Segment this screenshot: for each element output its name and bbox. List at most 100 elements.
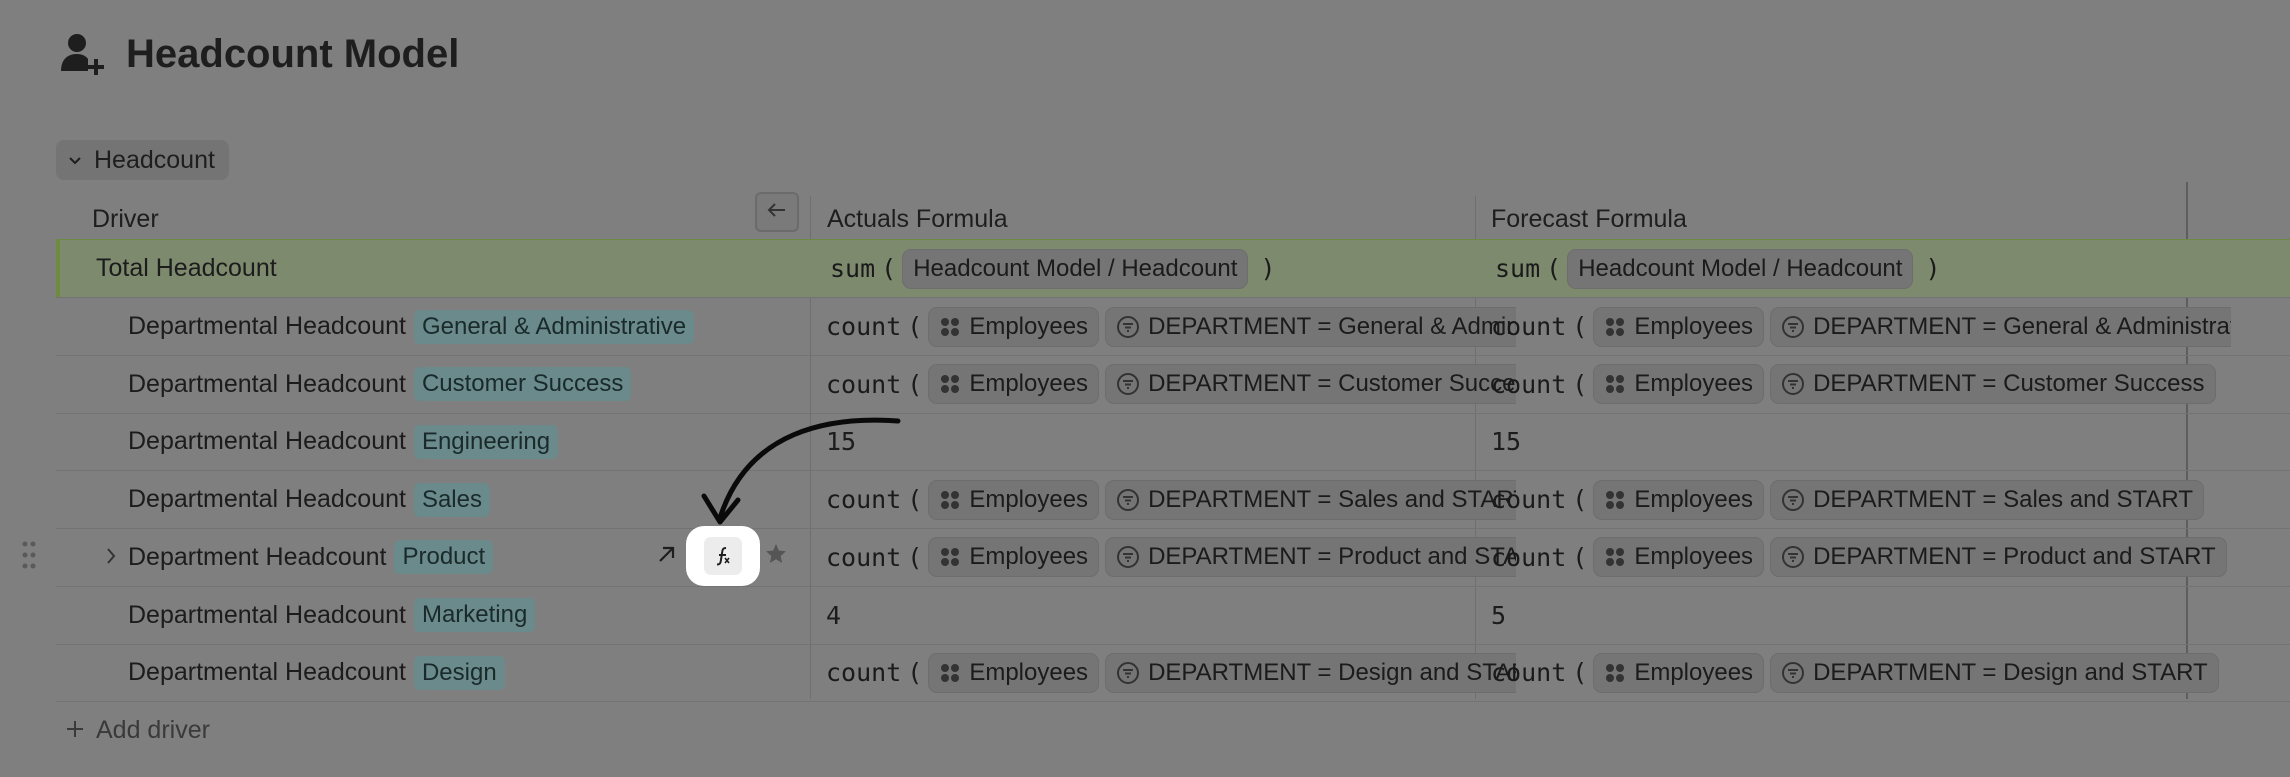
department-tag[interactable]: Product [394, 540, 494, 575]
table-row[interactable]: Departmental Headcount Sales count ( Emp… [56, 471, 2290, 528]
forecast-formula-cell[interactable]: count ( Employees DEPARTMENT = Customer … [1491, 356, 2231, 413]
department-tag[interactable]: Sales [413, 482, 490, 517]
driver-cell[interactable]: Departmental Headcount General & Adminis… [128, 298, 868, 355]
department-tag[interactable]: Customer Success [413, 367, 632, 402]
reference-chip[interactable]: Headcount Model / Headcount [902, 248, 1249, 289]
arrow-up-right-icon[interactable] [656, 543, 678, 570]
department-tag[interactable]: Marketing [413, 598, 536, 632]
driver-cell[interactable]: Departmental Headcount Design [128, 644, 868, 701]
paren-open: ( [907, 542, 923, 572]
filter-icon [1116, 661, 1140, 685]
actuals-formula-cell[interactable]: 15 [826, 413, 1516, 470]
user-plus-icon [60, 31, 106, 77]
filter-chip[interactable]: DEPARTMENT = Product and START [1770, 537, 2227, 578]
add-driver-button[interactable]: Add driver [66, 710, 210, 750]
grid-dots-icon [1604, 316, 1626, 338]
forecast-formula-cell[interactable]: count ( Employees DEPARTMENT = Sales and… [1491, 471, 2231, 528]
table-row[interactable]: Departmental Headcount Customer Success … [56, 356, 2290, 413]
paren-close: ) [1260, 254, 1276, 283]
chevron-right-icon[interactable] [104, 546, 118, 571]
add-driver-label: Add driver [96, 715, 210, 744]
column-header-driver[interactable]: Driver [92, 196, 159, 242]
table-row[interactable]: Departmental Headcount General & Adminis… [56, 298, 2290, 355]
grid-dots-icon [939, 373, 961, 395]
actuals-formula-cell[interactable]: count ( Employees DEPARTMENT = Sales and… [826, 471, 1516, 528]
reference-chip[interactable]: Headcount Model / Headcount [1567, 248, 1914, 289]
table-row-total[interactable]: Total Headcount sum ( Headcount Model / … [56, 240, 2290, 297]
filter-chip[interactable]: DEPARTMENT = Design and START [1770, 652, 2219, 693]
drag-handle-icon[interactable] [22, 541, 36, 574]
filter-label: DEPARTMENT = Design and START [1148, 658, 1516, 686]
grid-dots-icon [939, 489, 961, 511]
formula-button[interactable] [686, 526, 760, 586]
paren-open: ( [1546, 254, 1562, 283]
table-row[interactable]: Departmental Headcount Marketing 4 5 [56, 587, 2290, 644]
grid-dots-icon [939, 546, 961, 568]
filter-chip[interactable]: DEPARTMENT = General & Administrative [1770, 306, 2231, 347]
paren-open: ( [1572, 658, 1588, 688]
formula-function: count [826, 542, 902, 572]
filter-chip[interactable]: DEPARTMENT = Customer Success [1105, 364, 1516, 405]
filter-icon [1116, 315, 1140, 339]
arrow-left-icon [767, 202, 787, 223]
source-chip[interactable]: Employees [928, 306, 1100, 347]
filter-chip[interactable]: DEPARTMENT = Customer Success [1770, 364, 2216, 405]
actuals-formula-cell[interactable]: count ( Employees DEPARTMENT = General &… [826, 298, 1516, 355]
filter-label: DEPARTMENT = Customer Success [1148, 370, 1516, 398]
driver-cell[interactable]: Departmental Headcount Marketing [128, 587, 868, 644]
column-header-actuals[interactable]: Actuals Formula [827, 196, 1008, 242]
actuals-formula-cell[interactable]: sum ( Headcount Model / Headcount ) [830, 240, 1520, 297]
department-tag[interactable]: General & Administrative [413, 309, 695, 344]
source-label: Employees [969, 485, 1089, 513]
source-chip[interactable]: Employees [1593, 364, 1765, 405]
filter-chip[interactable]: DEPARTMENT = Sales and START [1770, 479, 2204, 520]
source-chip[interactable]: Employees [928, 537, 1100, 578]
paren-open: ( [907, 658, 923, 688]
actuals-formula-cell[interactable]: count ( Employees DEPARTMENT = Product a… [826, 529, 1516, 586]
source-chip[interactable]: Employees [1593, 537, 1765, 578]
source-chip[interactable]: Employees [1593, 306, 1765, 347]
driver-cell[interactable]: Total Headcount [96, 240, 836, 297]
driver-label: Department Headcount [128, 542, 387, 571]
formula-function: count [1491, 542, 1567, 572]
page-title: Headcount Model [126, 31, 460, 76]
actuals-formula-cell[interactable]: count ( Employees DEPARTMENT = Customer … [826, 356, 1516, 413]
driver-label: Total Headcount [96, 254, 277, 282]
actuals-formula-cell[interactable]: 4 [826, 587, 1516, 644]
table-row[interactable]: Departmental Headcount Engineering 15 15 [56, 413, 2290, 470]
filter-icon [1116, 372, 1140, 396]
filter-chip[interactable]: DEPARTMENT = Product and START [1105, 537, 1516, 578]
driver-cell[interactable]: Departmental Headcount Customer Success [128, 356, 868, 413]
source-chip[interactable]: Employees [928, 479, 1100, 520]
forecast-formula-cell[interactable]: sum ( Headcount Model / Headcount ) [1495, 240, 2235, 297]
department-tag[interactable]: Engineering [413, 424, 559, 459]
filter-chip[interactable]: DEPARTMENT = General & Administrative [1105, 306, 1516, 347]
forecast-formula-cell[interactable]: 15 [1491, 413, 2231, 470]
group-toggle-headcount[interactable]: Headcount [56, 140, 229, 180]
filter-label: DEPARTMENT = Design and START [1813, 658, 2208, 686]
filter-chip[interactable]: DEPARTMENT = Sales and START [1105, 479, 1516, 520]
department-tag[interactable]: Design [413, 655, 505, 690]
forecast-formula-cell[interactable]: 5 [1491, 587, 2231, 644]
forecast-formula-cell[interactable]: count ( Employees DEPARTMENT = Design an… [1491, 644, 2231, 701]
source-label: Employees [969, 370, 1089, 398]
source-chip[interactable]: Employees [1593, 652, 1765, 693]
table-row[interactable]: Departmental Headcount Design count ( Em… [56, 644, 2290, 701]
source-label: Employees [969, 658, 1089, 686]
column-header-forecast[interactable]: Forecast Formula [1491, 196, 1687, 242]
formula-icon [704, 537, 742, 575]
formula-function: count [1491, 658, 1567, 688]
source-label: Employees [1634, 370, 1754, 398]
filter-chip[interactable]: DEPARTMENT = Design and START [1105, 652, 1516, 693]
source-chip[interactable]: Employees [928, 652, 1100, 693]
source-chip[interactable]: Employees [1593, 479, 1765, 520]
forecast-formula-cell[interactable]: count ( Employees DEPARTMENT = General &… [1491, 298, 2231, 355]
collapse-column-button[interactable] [755, 192, 799, 232]
forecast-formula-cell[interactable]: count ( Employees DEPARTMENT = Product a… [1491, 529, 2231, 586]
paren-open: ( [1572, 485, 1588, 515]
formula-function: count [1491, 369, 1567, 399]
star-icon[interactable] [764, 542, 788, 571]
source-chip[interactable]: Employees [928, 364, 1100, 405]
table-row[interactable]: Department Headcount Product count ( Emp… [56, 529, 2290, 586]
actuals-formula-cell[interactable]: count ( Employees DEPARTMENT = Design an… [826, 644, 1516, 701]
